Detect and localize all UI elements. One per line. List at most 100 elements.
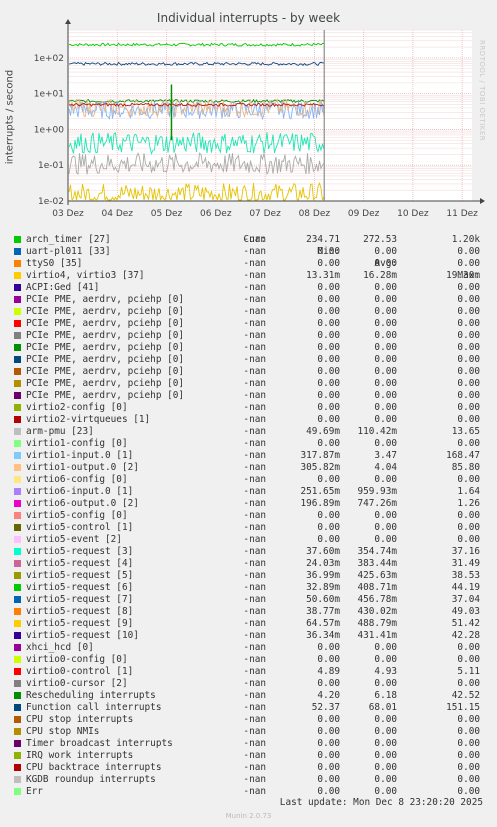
legend-name: virtio5-request [10] [26, 630, 139, 641]
legend-swatch [14, 596, 21, 603]
legend-name: PCIe PME, aerdrv, pciehp [0] [26, 366, 185, 377]
legend-name: virtio5-request [7] [26, 594, 134, 605]
legend-avg: 4.04 [374, 462, 397, 473]
legend-name: ttyS0 [35] [26, 258, 83, 269]
legend-avg: 0.00 [374, 414, 397, 425]
legend-min: 0.00 [317, 282, 340, 293]
legend-name: PCIe PME, aerdrv, pciehp [0] [26, 306, 185, 317]
legend-max: 168.47 [446, 450, 480, 461]
y-tick-label: 1e+01 [34, 90, 64, 100]
y-tick-label: 1e+00 [34, 125, 65, 135]
legend-avg: 272.53 [363, 234, 397, 245]
legend-cur: -nan [243, 618, 266, 629]
legend-min: 0.00 [317, 534, 340, 545]
legend-swatch [14, 356, 21, 363]
legend-row: virtio6-input.0 [1] -nan 251.65m 959.93m 1.6… [14, 486, 494, 498]
legend-name: PCIe PME, aerdrv, pciehp [0] [26, 318, 185, 329]
legend-name: virtio0-cursor [2] [26, 678, 128, 689]
legend-name: virtio5-request [6] [26, 582, 134, 593]
legend-name: virtio1-config [0] [26, 438, 128, 449]
legend-cur: -nan [243, 354, 266, 365]
y-tick-label: 1e+02 [34, 54, 64, 64]
legend-name: virtio5-config [0] [26, 510, 128, 521]
legend-max: 0.00 [457, 762, 480, 773]
legend-row: virtio5-request [7] -nan 50.60m 456.78m 37.0… [14, 594, 494, 606]
legend-avg: 0.00 [374, 378, 397, 389]
legend-swatch [14, 380, 21, 387]
legend-avg: 0.00 [374, 642, 397, 653]
x-tick-label: 06 Dez [200, 209, 232, 219]
legend-cur: -nan [243, 318, 266, 329]
legend-max: 0.00 [457, 522, 480, 533]
munin-version: Munin 2.0.73 [225, 812, 272, 820]
legend-name: PCIe PME, aerdrv, pciehp [0] [26, 330, 185, 341]
legend-row: IRQ work interrupts -nan 0.00 0.00 0.00 [14, 750, 494, 762]
legend-row: virtio5-request [10] -nan 36.34m 431.41m 42.… [14, 630, 494, 642]
legend-row: virtio4, virtio3 [37] -nan 13.31m 16.28m 19.… [14, 270, 494, 282]
legend-row: virtio5-request [6] -nan 32.89m 408.71m 44.1… [14, 582, 494, 594]
legend-name: virtio4, virtio3 [37] [26, 270, 145, 281]
legend-row: xhci_hcd [0] -nan 0.00 0.00 0.00 [14, 642, 494, 654]
legend-min: 0.00 [317, 762, 340, 773]
legend-max: 0.00 [457, 678, 480, 689]
legend-max: 0.00 [457, 342, 480, 353]
legend-cur: -nan [243, 522, 266, 533]
legend-swatch [14, 236, 21, 243]
legend-max: 0.00 [457, 534, 480, 545]
legend-cur: -nan [243, 666, 266, 677]
y-tick-label: 1e-02 [38, 197, 64, 207]
legend-swatch [14, 416, 21, 423]
legend-name: virtio1-output.0 [2] [26, 462, 139, 473]
legend-avg: 354.74m [357, 546, 397, 557]
legend-name: KGDB roundup interrupts [26, 774, 156, 785]
legend-avg: 0.00 [374, 366, 397, 377]
legend-row: virtio5-request [5] -nan 36.99m 425.63m 38.5… [14, 570, 494, 582]
legend-row: virtio5-request [4] -nan 24.03m 383.44m 31.4… [14, 558, 494, 570]
legend-swatch [14, 644, 21, 651]
last-update: Last update: Mon Dec 8 23:20:20 2025 [279, 797, 483, 808]
legend-max: 0.00 [457, 246, 480, 257]
x-tick-label: 05 Dez [151, 209, 183, 219]
legend-avg: 0.00 [374, 318, 397, 329]
legend-avg: 0.00 [374, 522, 397, 533]
legend-cur: -nan [243, 306, 266, 317]
legend-min: 38.77m [306, 606, 340, 617]
x-tick-label: 07 Dez [249, 209, 281, 219]
legend-avg: 68.01 [368, 702, 397, 713]
legend-row: PCIe PME, aerdrv, pciehp [0] -nan 0.00 0.00… [14, 294, 494, 306]
legend-min: 251.65m [300, 486, 340, 497]
legend-max: 38.53 [451, 570, 480, 581]
legend-row: PCIe PME, aerdrv, pciehp [0] -nan 0.00 0.00… [14, 306, 494, 318]
legend-max: 0.00 [457, 378, 480, 389]
legend-cur: -nan [243, 342, 266, 353]
legend-row: virtio5-request [3] -nan 37.60m 354.74m 37.1… [14, 546, 494, 558]
legend-max: 0.00 [457, 774, 480, 785]
legend-cur: -nan [243, 750, 266, 761]
legend-min: 0.00 [317, 642, 340, 653]
legend-row: virtio5-config [0] -nan 0.00 0.00 0.00 [14, 510, 494, 522]
legend-name: virtio2-virtqueues [1] [26, 414, 151, 425]
legend-name: virtio5-control [1] [26, 522, 134, 533]
legend-row: arch_timer [27] -nan 234.71 272.53 1.20k [14, 234, 494, 246]
legend-max: 13.65 [451, 426, 480, 437]
legend-name: virtio2-config [0] [26, 402, 128, 413]
legend-min: 36.34m [306, 630, 340, 641]
legend-max: 0.00 [457, 354, 480, 365]
legend-max: 0.00 [457, 750, 480, 761]
legend-swatch [14, 788, 21, 795]
legend-max: 0.00 [457, 402, 480, 413]
legend-row: virtio0-config [0] -nan 0.00 0.00 0.00 [14, 654, 494, 666]
legend-swatch [14, 272, 21, 279]
legend-swatch [14, 368, 21, 375]
legend-max: 51.42 [451, 618, 480, 629]
legend-cur: -nan [243, 690, 266, 701]
legend-avg: 0.00 [374, 402, 397, 413]
legend-name: Timer broadcast interrupts [26, 738, 173, 749]
legend-row: uart-pl011 [33] -nan 0.00 0.00 0.00 [14, 246, 494, 258]
legend-swatch [14, 608, 21, 615]
legend-row: virtio2-virtqueues [1] -nan 0.00 0.00 0.00 [14, 414, 494, 426]
legend-max: 1.20k [451, 234, 480, 245]
legend-name: Function call interrupts [26, 702, 162, 713]
legend-row: virtio6-config [0] -nan 0.00 0.00 0.00 [14, 474, 494, 486]
legend-min: 49.69m [306, 426, 340, 437]
